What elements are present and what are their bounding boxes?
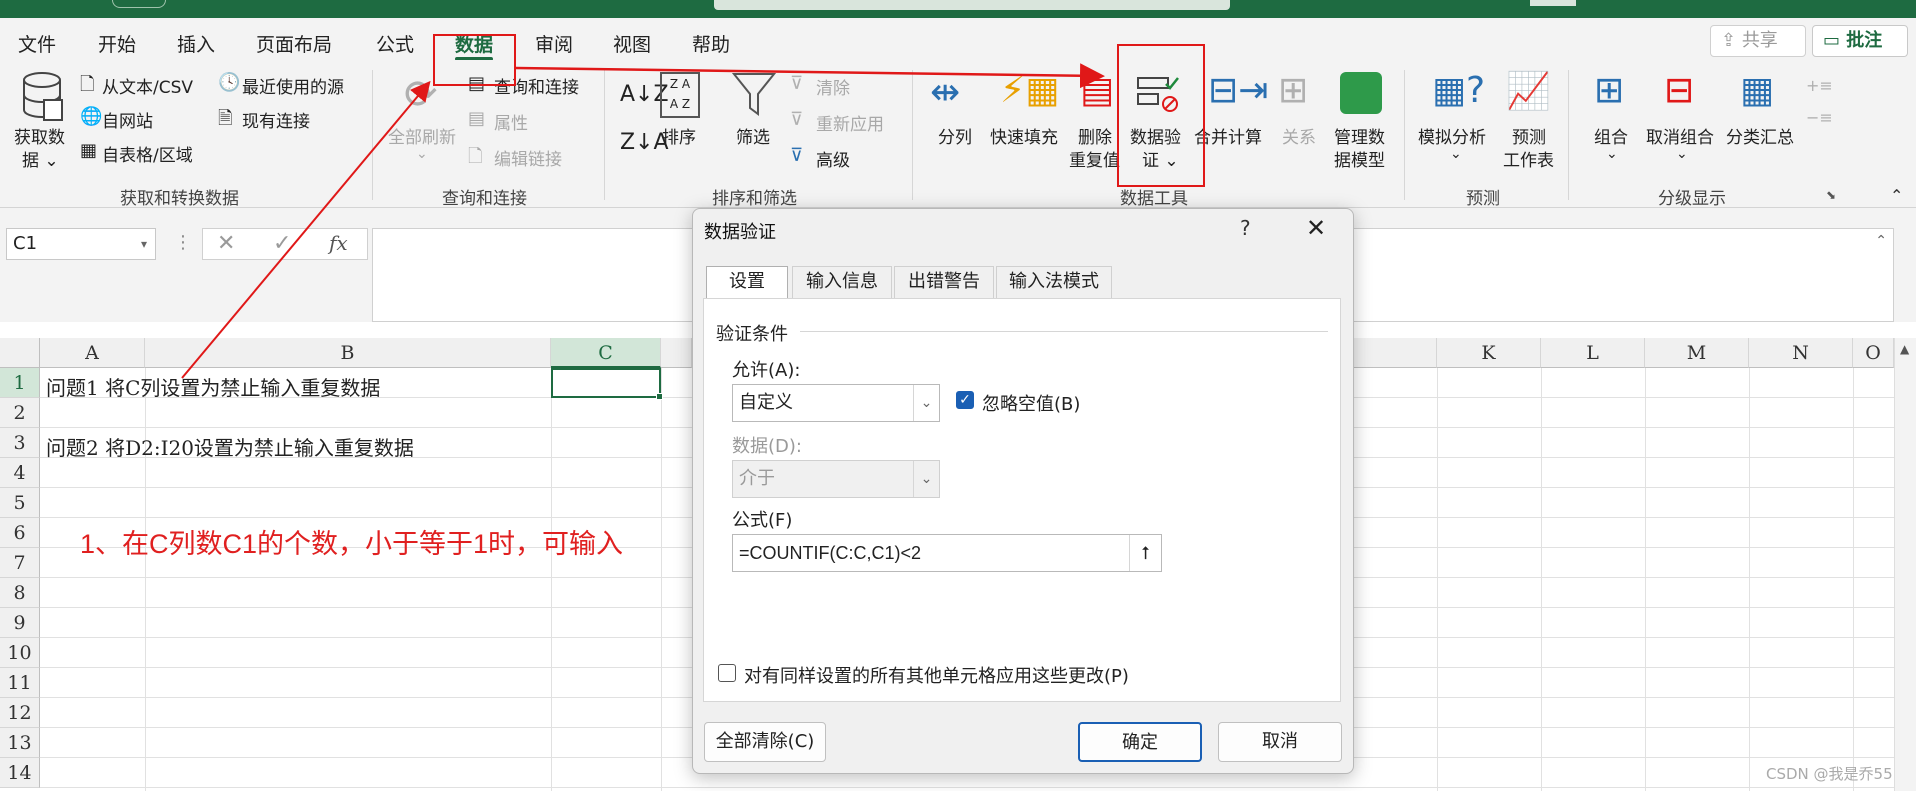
collapse-dialog-icon[interactable]: ⭡ [1129, 535, 1161, 571]
ignore-blank-label: 忽略空值(B) [982, 394, 1081, 415]
formula-value: =COUNTIF(C:C,C1)<2 [739, 543, 922, 563]
validation-criteria-heading: 验证条件 [716, 324, 788, 345]
apply-all-label: 对有同样设置的所有其他单元格应用这些更改(P) [744, 666, 1129, 687]
tab-settings[interactable]: 设置 [706, 266, 788, 300]
watermark: CSDN @我是乔55 [1766, 765, 1893, 783]
ignore-blank-checkbox[interactable]: ✓ [956, 391, 974, 409]
dialog-title: 数据验证 [704, 222, 776, 243]
formula-label: 公式(F) [732, 510, 793, 531]
apply-all-checkbox[interactable] [718, 664, 736, 682]
allow-label: 允许(A): [732, 360, 801, 381]
data-label: 数据(D): [732, 436, 802, 457]
cancel-button[interactable]: 取消 [1218, 722, 1342, 762]
allow-select[interactable]: 自定义 ⌄ [732, 384, 940, 422]
ok-button[interactable]: 确定 [1078, 722, 1202, 762]
formula-field[interactable]: =COUNTIF(C:C,C1)<2 ⭡ [732, 534, 1162, 572]
help-icon[interactable]: ? [1240, 216, 1251, 240]
chevron-down-icon[interactable]: ⌄ [913, 461, 939, 497]
section-divider [800, 331, 1328, 332]
tab-error-alert[interactable]: 出错警告 [894, 266, 994, 298]
chevron-down-icon[interactable]: ⌄ [913, 385, 939, 421]
data-select[interactable]: 介于 ⌄ [732, 460, 940, 498]
clear-all-button[interactable]: 全部清除(C) [704, 722, 826, 762]
close-icon[interactable]: ✕ [1306, 214, 1326, 242]
allow-value: 自定义 [739, 392, 793, 413]
tab-input-message[interactable]: 输入信息 [792, 266, 892, 298]
tab-ime-mode[interactable]: 输入法模式 [996, 266, 1112, 298]
data-value: 介于 [739, 468, 775, 489]
